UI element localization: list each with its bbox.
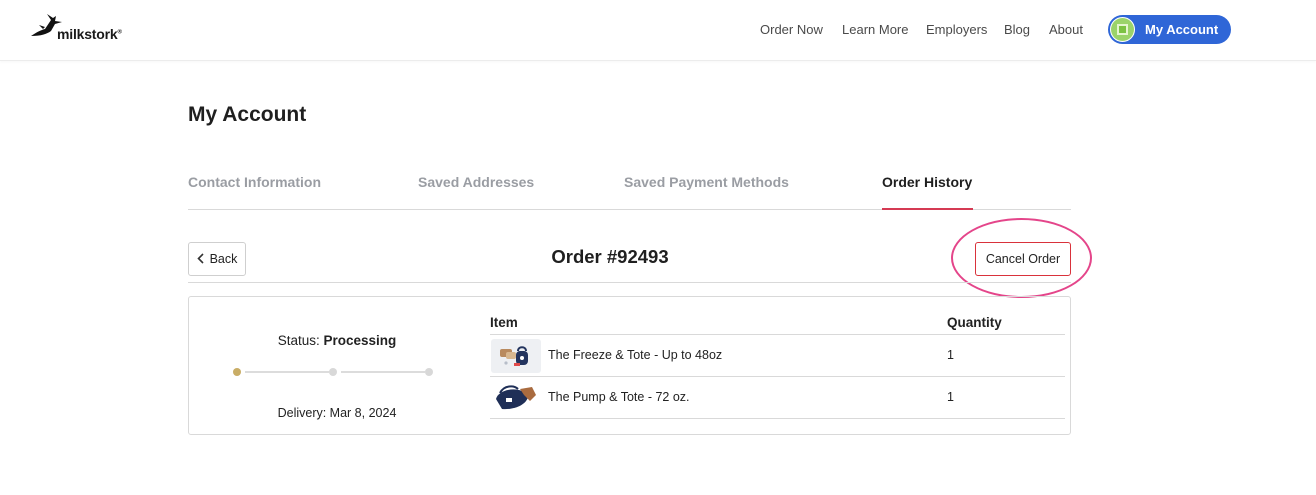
tab-contact-information[interactable]: Contact Information	[188, 174, 321, 190]
brand-name: milkstork	[57, 26, 118, 42]
nav-employers[interactable]: Employers	[926, 22, 987, 37]
item-quantity: 1	[947, 348, 954, 362]
item-name: The Freeze & Tote - Up to 48oz	[548, 348, 723, 362]
my-account-button[interactable]: My Account	[1108, 15, 1231, 44]
status-label: Status:	[277, 333, 320, 348]
table-header: Item Quantity	[490, 315, 1065, 335]
table-row: The Pump & Tote - 72 oz. 1	[490, 377, 1065, 419]
order-status: Status: Processing	[189, 333, 485, 348]
progress-line	[245, 371, 329, 373]
item-name: The Pump & Tote - 72 oz.	[548, 390, 690, 404]
freeze-tote-product-icon	[491, 339, 541, 373]
my-account-label: My Account	[1145, 22, 1219, 37]
account-tabs: Contact Information Saved Addresses Save…	[188, 165, 1071, 210]
progress-step-done	[233, 368, 241, 376]
nav-learn-more[interactable]: Learn More	[842, 22, 908, 37]
cancel-order-button[interactable]: Cancel Order	[975, 242, 1071, 276]
order-items-table: Item Quantity The Freeze & Tote - Up to …	[490, 315, 1065, 419]
nav-blog[interactable]: Blog	[1004, 22, 1030, 37]
active-tab-indicator	[882, 208, 973, 210]
delivery-date: Delivery: Mar 8, 2024	[277, 406, 397, 420]
avatar	[1109, 16, 1136, 43]
progress-step-pending	[329, 368, 337, 376]
tab-saved-payment-methods[interactable]: Saved Payment Methods	[624, 174, 789, 190]
order-header-divider	[188, 282, 1071, 283]
top-navigation-bar: milkstork® Order Now Learn More Employer…	[0, 0, 1316, 61]
progress-line	[341, 371, 425, 373]
order-title: Order #92493	[551, 246, 669, 267]
column-item: Item	[490, 315, 518, 330]
pump-tote-product-icon	[491, 381, 541, 415]
tab-order-history[interactable]: Order History	[882, 174, 972, 190]
order-progress-tracker	[233, 367, 433, 377]
nav-about[interactable]: About	[1049, 22, 1083, 37]
status-value: Processing	[323, 333, 397, 348]
page-title: My Account	[188, 103, 307, 126]
nav-order-now[interactable]: Order Now	[760, 22, 823, 37]
column-quantity: Quantity	[947, 315, 1002, 330]
tab-saved-addresses[interactable]: Saved Addresses	[418, 174, 534, 190]
milkstork-logo[interactable]: milkstork®	[29, 12, 122, 42]
progress-step-pending	[425, 368, 433, 376]
item-quantity: 1	[947, 390, 954, 404]
brand-reg-mark: ®	[117, 29, 122, 36]
table-row: The Freeze & Tote - Up to 48oz 1	[490, 335, 1065, 377]
order-details-card: Status: Processing Delivery: Mar 8, 2024…	[188, 296, 1071, 435]
